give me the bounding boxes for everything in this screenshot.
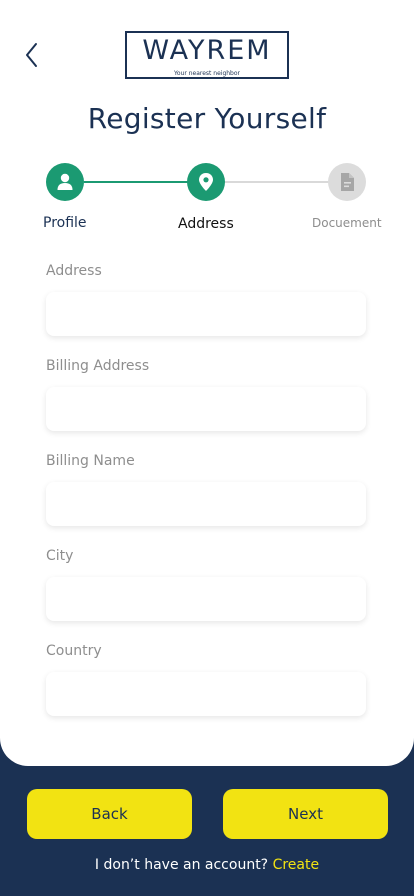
registration-card: WAYREM Your nearest neighbor Register Yo… <box>0 0 414 766</box>
step-profile[interactable] <box>46 163 84 201</box>
next-button[interactable]: Next <box>223 789 388 839</box>
step-address[interactable] <box>187 163 225 201</box>
billing-name-input[interactable] <box>46 482 366 526</box>
step-connector-pending <box>225 181 329 183</box>
footer-prompt: I don’t have an account? <box>94 857 269 873</box>
billing-address-input[interactable] <box>46 387 366 431</box>
billing-address-label: Billing Address <box>46 358 150 374</box>
user-icon <box>57 173 73 190</box>
step-label-address: Address <box>178 216 234 232</box>
logo-tagline: Your nearest neighbor <box>173 70 241 77</box>
page-title: Register Yourself <box>87 102 327 135</box>
country-label: Country <box>46 643 102 659</box>
wayrem-logo: WAYREM Your nearest neighbor <box>125 31 289 79</box>
logo-wordmark: WAYREM <box>142 35 272 66</box>
city-input[interactable] <box>46 577 366 621</box>
back-button[interactable]: Back <box>27 789 192 839</box>
billing-name-label: Billing Name <box>46 453 135 469</box>
step-label-document: Docuement <box>312 216 382 230</box>
step-document[interactable] <box>328 163 366 201</box>
footer-signup: I don’t have an account? Create <box>0 857 414 873</box>
create-account-link[interactable]: Create <box>273 857 320 873</box>
step-connector-completed <box>84 181 188 183</box>
location-pin-icon <box>199 173 213 191</box>
address-input[interactable] <box>46 292 366 336</box>
back-arrow-icon[interactable] <box>20 40 44 70</box>
country-input[interactable] <box>46 672 366 716</box>
document-icon <box>341 173 354 191</box>
address-label: Address <box>46 263 102 279</box>
step-label-profile: Profile <box>43 215 87 231</box>
city-label: City <box>46 548 74 564</box>
